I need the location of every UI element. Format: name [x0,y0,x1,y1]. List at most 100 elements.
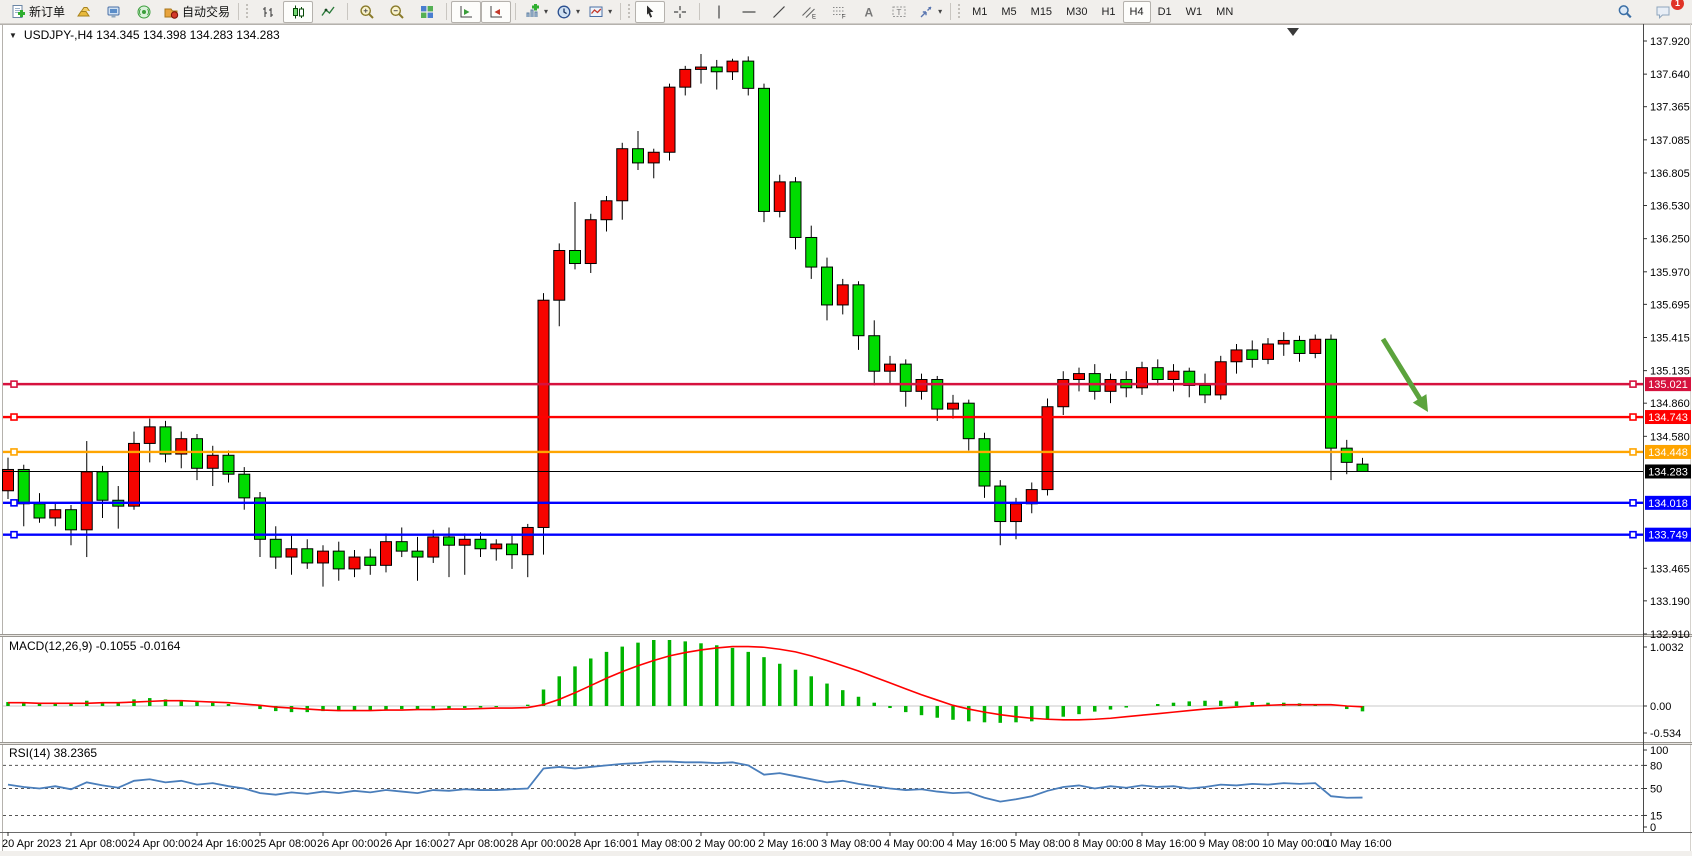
line-anchor-marker[interactable] [11,381,17,387]
line-anchor-marker[interactable] [1630,532,1636,538]
auto-trading-button[interactable]: 自动交易 [159,1,234,23]
toolbar-separator [699,3,700,20]
bear-candle [270,539,281,557]
templates-icon [588,4,604,20]
trendline-button[interactable] [764,1,794,23]
zoom-in-button[interactable] [352,1,382,23]
bear-candle [333,551,344,569]
new-order-button[interactable]: 新订单 [6,1,69,23]
timeframe-m1-button[interactable]: M1 [965,1,994,23]
timeframe-h1-button[interactable]: H1 [1094,1,1122,23]
timeframe-m5-button[interactable]: M5 [994,1,1023,23]
zoom-out-icon [389,4,405,20]
bull-candle [286,549,297,557]
cursor-button[interactable] [635,1,665,23]
signals-button[interactable] [129,1,159,23]
toolbar-separator [515,3,516,20]
toolbar-separator [620,3,621,20]
bull-candle [1105,380,1116,392]
zoom-out-button[interactable] [382,1,412,23]
timeframe-w1-button[interactable]: W1 [1179,1,1210,23]
bear-candle [963,403,974,439]
line-anchor-marker[interactable] [11,414,17,420]
line-anchor-marker[interactable] [11,449,17,455]
candlestick-style-icon [290,4,306,20]
search-button[interactable] [1610,1,1640,23]
bid-price-label-box: 134.283 [1645,464,1691,478]
chart-shift-button[interactable] [481,1,511,23]
bull-candle [1263,344,1274,359]
svg-text:-0.534: -0.534 [1650,728,1681,740]
timeframe-m15-button[interactable]: M15 [1024,1,1059,23]
timeframe-d1-button[interactable]: D1 [1151,1,1179,23]
bull-candle [1168,371,1179,379]
line-anchor-marker[interactable] [1630,414,1636,420]
line-anchor-marker[interactable] [11,500,17,506]
timeframe-mn-button[interactable]: MN [1209,1,1240,23]
candlestick-style-button[interactable] [283,1,313,23]
chevron-down-icon[interactable]: ▾ [544,7,548,16]
svg-text:15: 15 [1650,810,1662,822]
bear-candle [18,469,29,503]
horizontal-line-button[interactable] [734,1,764,23]
bull-candle [948,403,959,409]
timeframe-h4-button[interactable]: H4 [1123,1,1151,23]
price-label-box: 134.448 [1645,445,1691,459]
line-anchor-marker[interactable] [1630,500,1636,506]
bear-candle [759,88,770,211]
equidistant-channel-button[interactable]: E [794,1,824,23]
svg-text:10 May 16:00: 10 May 16:00 [1325,838,1392,850]
chevron-down-icon[interactable]: ▾ [608,7,612,16]
equidistant-channel-icon: E [801,4,817,20]
bull-candle [428,537,439,557]
bear-candle [302,549,313,563]
notifications-button[interactable]: 1 [1648,1,1678,23]
bear-candle [239,474,250,498]
tile-windows-button[interactable] [412,1,442,23]
tile-windows-icon [419,4,435,20]
indicators-button[interactable]: ▾ [520,1,552,23]
vertical-line-button[interactable] [704,1,734,23]
bull-candle [1042,407,1053,490]
bar-chart-style-icon [260,4,276,20]
svg-text:0.00: 0.00 [1650,701,1671,713]
arrows-button[interactable]: ▾ [914,1,946,23]
svg-text:136.805: 136.805 [1650,168,1690,180]
text-button[interactable]: A [854,1,884,23]
toolbar-drag-handle[interactable] [245,3,249,20]
collapse-icon[interactable]: ▼ [9,31,17,40]
chart-canvas: 137.920137.640137.365137.085136.805136.5… [0,0,1692,856]
templates-button[interactable]: ▾ [584,1,616,23]
svg-text:8 May 00:00: 8 May 00:00 [1073,838,1134,850]
periods-button[interactable]: ▾ [552,1,584,23]
price-label-box: 135.021 [1645,377,1691,391]
svg-text:10 May 00:00: 10 May 00:00 [1262,838,1329,850]
toolbar-separator [446,3,447,20]
toolbar-drag-handle[interactable] [627,3,631,20]
svg-text:135.695: 135.695 [1650,299,1690,311]
fibonacci-button[interactable]: F [824,1,854,23]
text-label-button[interactable]: T [884,1,914,23]
timeframe-m30-button[interactable]: M30 [1059,1,1094,23]
bull-candle [522,527,533,554]
crosshair-button[interactable] [665,1,695,23]
bull-candle [318,551,329,563]
svg-text:2 May 16:00: 2 May 16:00 [758,838,819,850]
svg-text:134.448: 134.448 [1648,447,1688,459]
market-watch-button[interactable] [99,1,129,23]
auto-scroll-button[interactable] [451,1,481,23]
bar-chart-style-button[interactable] [253,1,283,23]
depth-of-market-button[interactable] [69,1,99,23]
bull-candle [1231,350,1242,362]
svg-text:24 Apr 00:00: 24 Apr 00:00 [128,838,190,850]
svg-text:134.018: 134.018 [1648,498,1688,510]
line-anchor-marker[interactable] [1630,381,1636,387]
chevron-down-icon[interactable]: ▾ [938,7,942,16]
bull-candle [1310,339,1321,353]
line-anchor-marker[interactable] [11,532,17,538]
line-chart-style-button[interactable] [313,1,343,23]
line-anchor-marker[interactable] [1630,449,1636,455]
svg-text:25 Apr 08:00: 25 Apr 08:00 [254,838,316,850]
chevron-down-icon[interactable]: ▾ [576,7,580,16]
toolbar-drag-handle[interactable] [957,3,961,20]
